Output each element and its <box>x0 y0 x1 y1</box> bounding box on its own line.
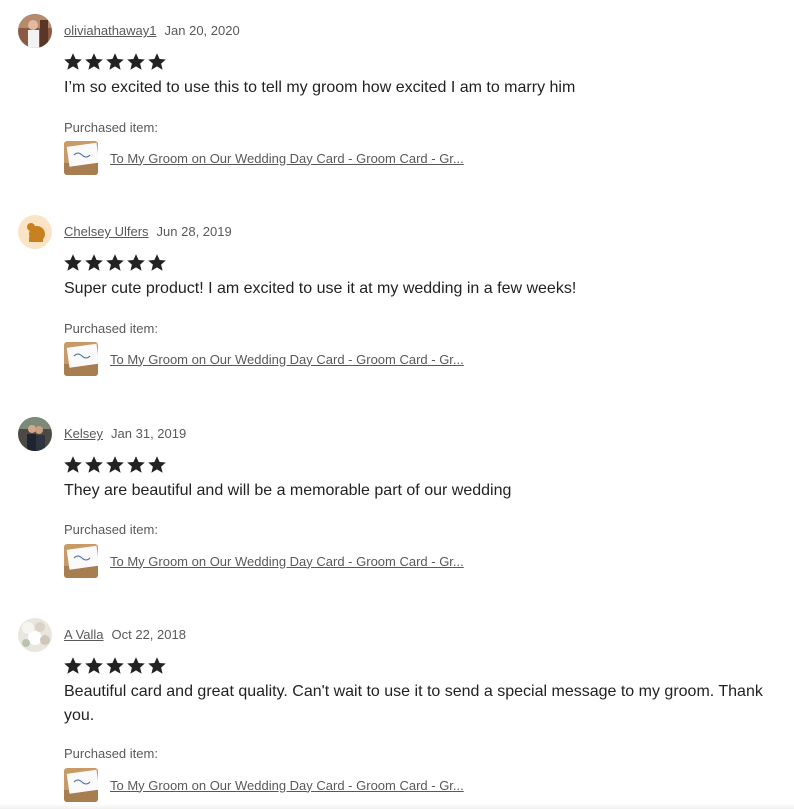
purchased-item-link[interactable]: To My Groom on Our Wedding Day Card - Gr… <box>64 544 464 578</box>
reviewer-avatar[interactable] <box>18 417 52 451</box>
review-meta: oliviahathaway1 Jan 20, 2020 <box>64 23 240 39</box>
reviewer-name-link[interactable]: Chelsey Ulfers <box>64 224 149 239</box>
star-rating <box>63 656 167 676</box>
reviewer-avatar[interactable] <box>18 215 52 249</box>
reviewer-name-link[interactable]: A Valla <box>64 627 104 642</box>
reviewer-avatar[interactable] <box>18 618 52 652</box>
star-icon <box>106 254 124 271</box>
bottom-edge-shadow <box>0 803 794 809</box>
star-icon <box>64 657 82 674</box>
star-icon <box>127 657 145 674</box>
star-icon <box>85 456 103 473</box>
purchased-item-label: Purchased item: <box>64 321 158 336</box>
review-meta: Kelsey Jan 31, 2019 <box>64 426 186 442</box>
star-icon <box>64 53 82 70</box>
review-meta: Chelsey Ulfers Jun 28, 2019 <box>64 224 232 240</box>
review-meta: A Valla Oct 22, 2018 <box>64 627 186 643</box>
item-title[interactable]: To My Groom on Our Wedding Day Card - Gr… <box>110 778 464 793</box>
star-icon <box>127 53 145 70</box>
purchased-item-link[interactable]: To My Groom on Our Wedding Day Card - Gr… <box>64 141 464 175</box>
star-icon <box>127 456 145 473</box>
star-rating <box>63 52 167 72</box>
star-icon <box>148 53 166 70</box>
star-icon <box>106 657 124 674</box>
review-date: Oct 22, 2018 <box>111 627 186 642</box>
star-icon <box>85 254 103 271</box>
review-text: I’m so excited to use this to tell my gr… <box>64 79 576 96</box>
review-date: Jan 31, 2019 <box>111 426 187 441</box>
reviewer-name-link[interactable]: oliviahathaway1 <box>64 23 157 38</box>
reviewer-avatar[interactable] <box>18 14 52 48</box>
star-icon <box>148 657 166 674</box>
item-thumbnail <box>64 342 98 376</box>
item-title[interactable]: To My Groom on Our Wedding Day Card - Gr… <box>110 151 464 166</box>
star-icon <box>148 254 166 271</box>
star-rating <box>63 455 167 475</box>
item-title[interactable]: To My Groom on Our Wedding Day Card - Gr… <box>110 554 464 569</box>
review-date: Jan 20, 2020 <box>164 23 240 38</box>
star-rating <box>63 253 167 273</box>
star-icon <box>106 53 124 70</box>
reviewer-name-link[interactable]: Kelsey <box>64 426 103 441</box>
star-icon <box>127 254 145 271</box>
review-text: Beautiful card and great quality. Can't … <box>64 683 763 724</box>
star-icon <box>64 254 82 271</box>
review-text: Super cute product! I am excited to use … <box>64 280 577 297</box>
purchased-item-label: Purchased item: <box>64 120 158 135</box>
star-icon <box>64 456 82 473</box>
purchased-item-link[interactable]: To My Groom on Our Wedding Day Card - Gr… <box>64 768 464 802</box>
item-title[interactable]: To My Groom on Our Wedding Day Card - Gr… <box>110 352 464 367</box>
star-icon <box>148 456 166 473</box>
review-text: They are beautiful and will be a memorab… <box>64 482 512 499</box>
star-icon <box>106 456 124 473</box>
purchased-item-label: Purchased item: <box>64 522 158 537</box>
item-thumbnail <box>64 544 98 578</box>
item-thumbnail <box>64 768 98 802</box>
star-icon <box>85 657 103 674</box>
review-date: Jun 28, 2019 <box>156 224 232 239</box>
star-icon <box>85 53 103 70</box>
purchased-item-link[interactable]: To My Groom on Our Wedding Day Card - Gr… <box>64 342 464 376</box>
item-thumbnail <box>64 141 98 175</box>
purchased-item-label: Purchased item: <box>64 746 158 761</box>
